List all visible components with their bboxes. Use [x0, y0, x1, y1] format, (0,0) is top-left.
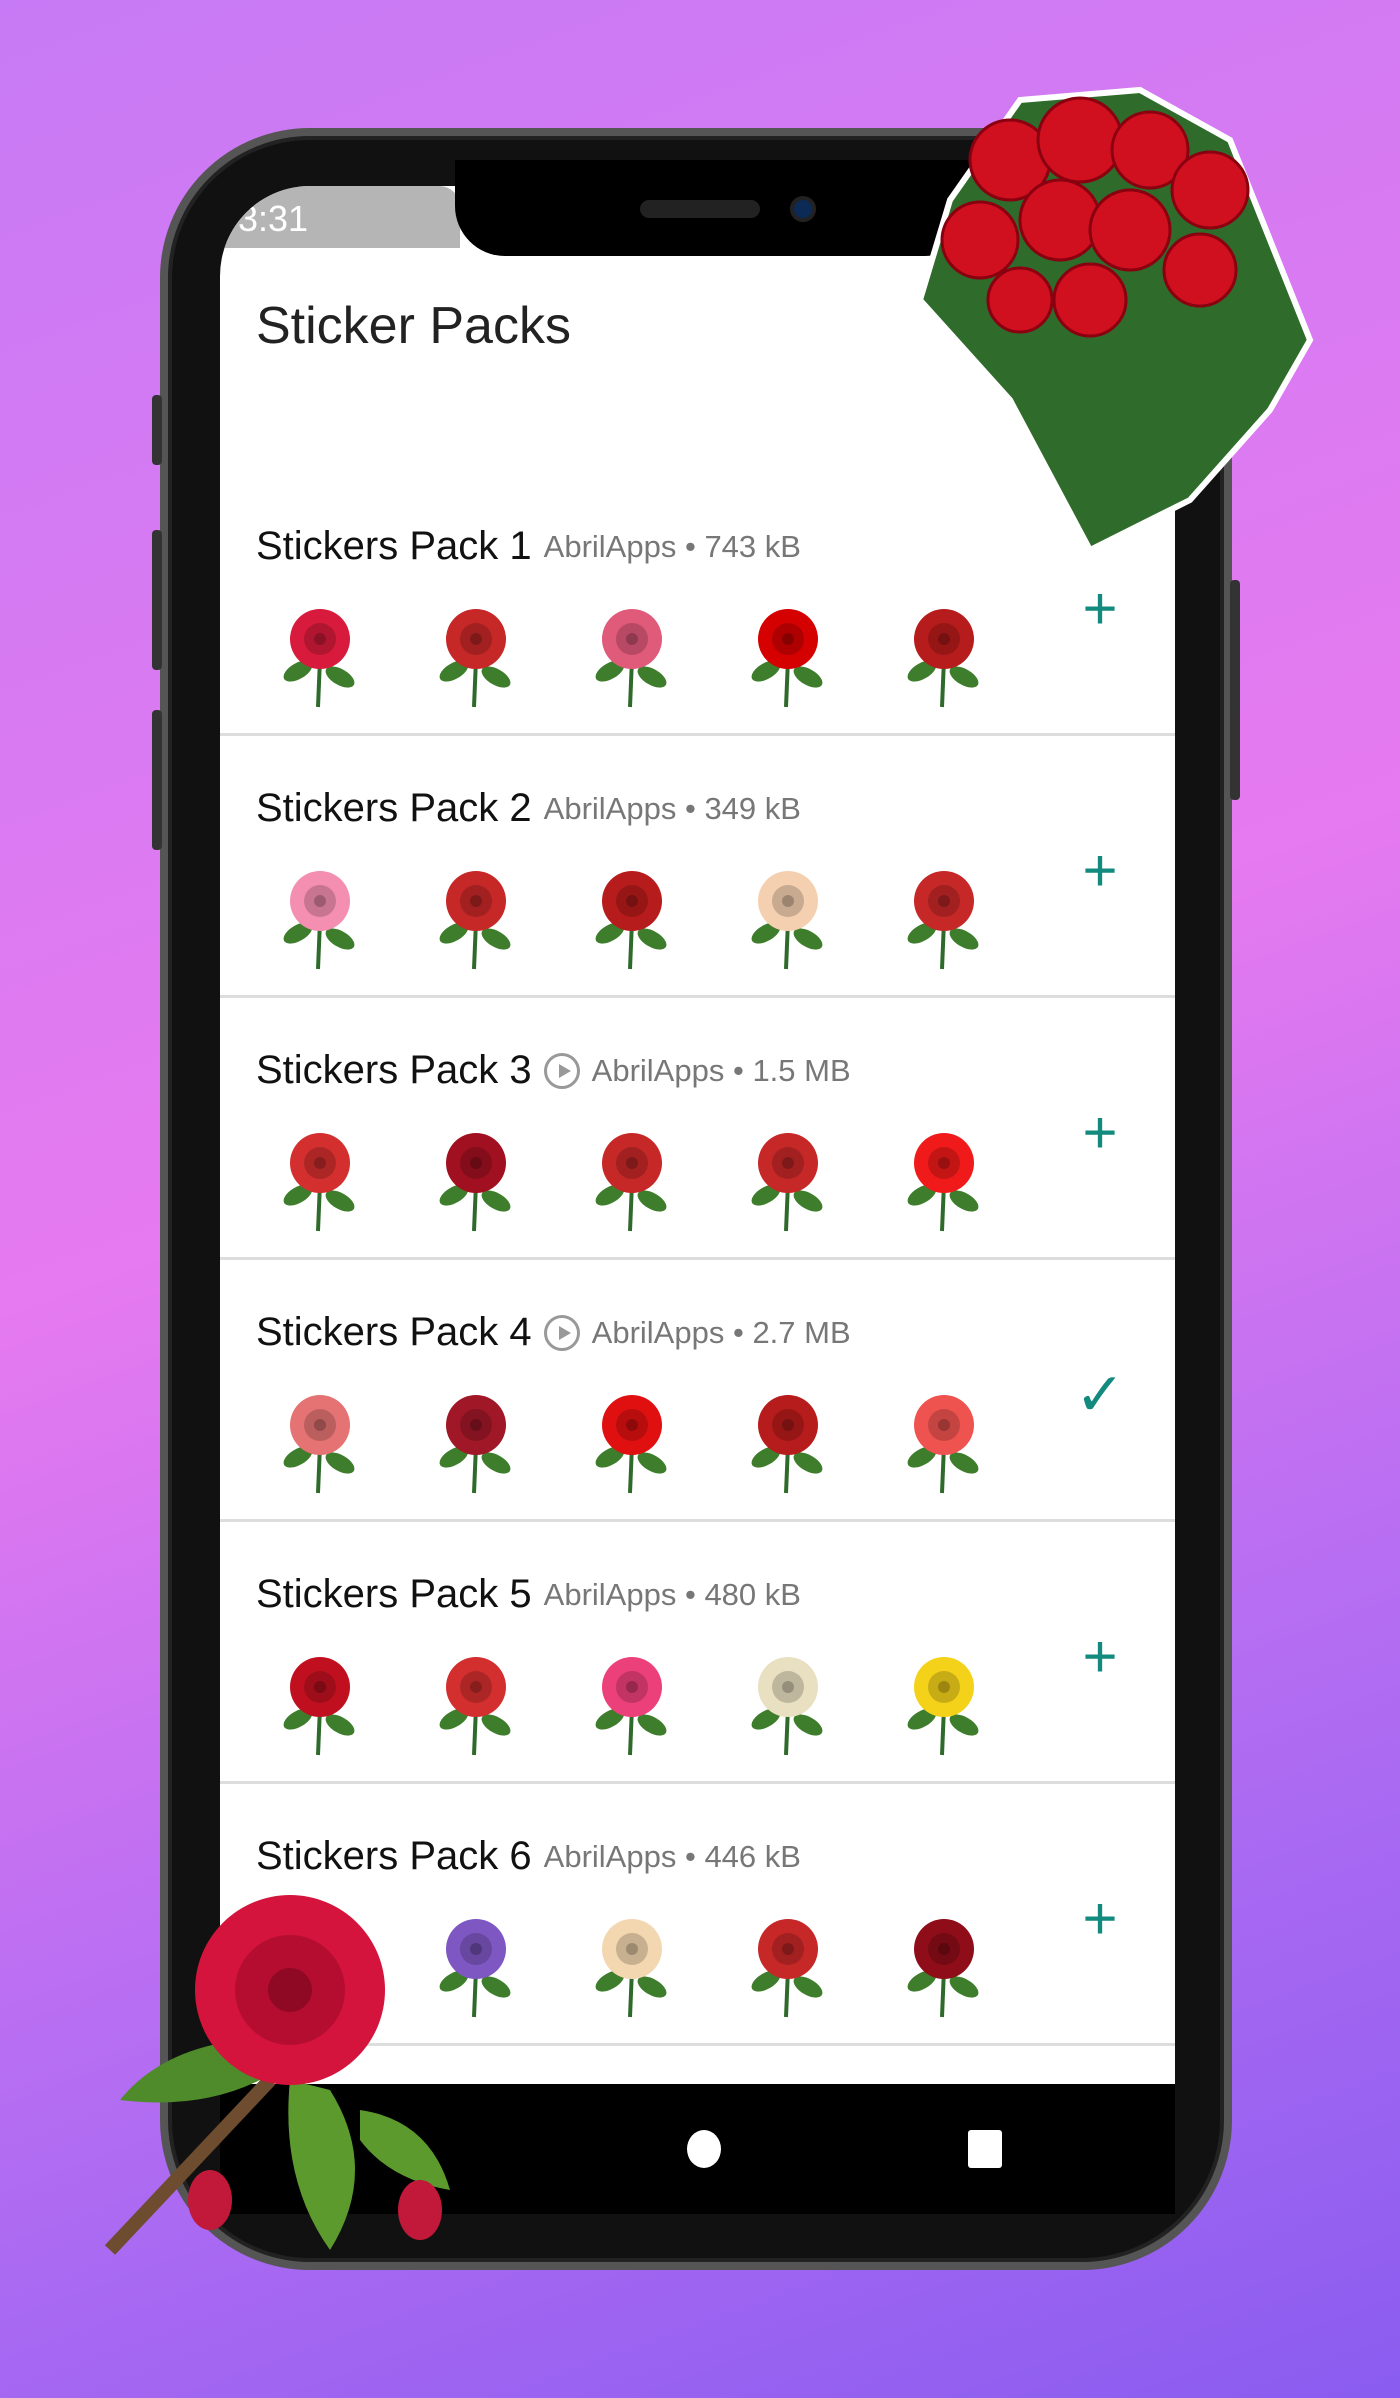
rose-sticker-thumbnail	[595, 1133, 667, 1232]
status-bar: 3:31	[220, 186, 460, 248]
rose-sticker-thumbnail	[751, 1657, 823, 1756]
pack-header: Stickers Pack 6 AbrilApps • 446 kB	[256, 1834, 801, 1879]
phone-speaker	[640, 200, 760, 218]
pack-publisher: AbrilApps	[543, 528, 677, 564]
rose-sticker-thumbnail	[751, 871, 823, 970]
sticker-preview-list	[270, 861, 994, 971]
rose-sticker-thumbnail	[283, 1133, 355, 1232]
rose-sticker-thumbnail	[907, 609, 979, 708]
sticker-pack-row[interactable]: Stickers Pack 5 AbrilApps • 480 kB +	[220, 1522, 1175, 1784]
phone-side-button	[1230, 580, 1240, 800]
pack-header: Stickers Pack 3 AbrilApps • 1.5 MB	[256, 1048, 851, 1093]
pack-name: Stickers Pack 3	[256, 1048, 532, 1092]
rose-sticker-thumbnail	[595, 609, 667, 708]
pack-header: Stickers Pack 2 AbrilApps • 349 kB	[256, 786, 801, 831]
add-pack-button[interactable]: +	[1070, 574, 1130, 643]
add-pack-button[interactable]: +	[1070, 1622, 1130, 1691]
animated-play-icon	[543, 1052, 580, 1089]
pack-meta: AbrilApps • 2.7 MB	[591, 1314, 851, 1350]
rose-bouquet-decoration	[916, 86, 1314, 550]
rose-sticker-thumbnail	[907, 1133, 979, 1232]
rose-sticker-thumbnail	[283, 871, 355, 970]
pack-header: Stickers Pack 4 AbrilApps • 2.7 MB	[256, 1310, 851, 1355]
pack-meta: AbrilApps • 1.5 MB	[591, 1052, 851, 1088]
animated-play-icon	[543, 1314, 580, 1351]
phone-side-button	[152, 530, 162, 670]
pack-meta: AbrilApps • 743 kB	[543, 528, 801, 564]
pack-publisher: AbrilApps	[543, 1576, 677, 1612]
rose-sticker-thumbnail	[439, 1657, 511, 1756]
pack-name: Stickers Pack 5	[256, 1572, 532, 1616]
rose-sticker-thumbnail	[907, 1919, 979, 2018]
pack-meta: AbrilApps • 480 kB	[543, 1576, 801, 1612]
rose-sticker-thumbnail	[439, 871, 511, 970]
sticker-preview-list	[270, 599, 994, 709]
pack-size: 2.7 MB	[752, 1314, 851, 1350]
pack-publisher: AbrilApps	[591, 1052, 725, 1088]
pack-size: 480 kB	[704, 1576, 801, 1612]
rose-sticker-thumbnail	[595, 1919, 667, 2018]
rose-sticker-thumbnail	[751, 1133, 823, 1232]
rose-sticker-thumbnail	[595, 871, 667, 970]
pack-meta: AbrilApps • 446 kB	[543, 1838, 801, 1874]
rose-sticker-thumbnail	[595, 1657, 667, 1756]
status-time: 3:31	[238, 198, 309, 239]
recents-button[interactable]	[968, 2130, 1002, 2168]
add-pack-button[interactable]: +	[1070, 1884, 1130, 1953]
pack-header: Stickers Pack 1 AbrilApps • 743 kB	[256, 524, 801, 569]
sticker-pack-row[interactable]: Stickers Pack 2 AbrilApps • 349 kB +	[220, 736, 1175, 998]
page-title: Sticker Packs	[256, 297, 571, 355]
pack-size: 446 kB	[704, 1838, 801, 1874]
rose-sticker-thumbnail	[595, 1395, 667, 1494]
rose-sticker-thumbnail	[907, 1395, 979, 1494]
pack-meta: AbrilApps • 349 kB	[543, 790, 801, 826]
pack-name: Stickers Pack 4	[256, 1310, 532, 1354]
sticker-preview-list	[270, 1123, 994, 1233]
pack-name: Stickers Pack 1	[256, 524, 532, 568]
phone-side-button	[152, 395, 162, 465]
add-pack-button[interactable]: +	[1070, 836, 1130, 905]
pack-publisher: AbrilApps	[591, 1314, 725, 1350]
sticker-preview-list	[270, 1385, 994, 1495]
rose-sticker-thumbnail	[751, 1919, 823, 2018]
pack-header: Stickers Pack 5 AbrilApps • 480 kB	[256, 1572, 801, 1617]
rose-sticker-thumbnail	[439, 1395, 511, 1494]
single-rose-decoration	[104, 1895, 450, 2255]
sticker-preview-list	[270, 1647, 994, 1757]
phone-camera	[790, 196, 816, 222]
pack-publisher: AbrilApps	[543, 1838, 677, 1874]
rose-sticker-thumbnail	[283, 609, 355, 708]
pack-size: 1.5 MB	[752, 1052, 851, 1088]
add-pack-button[interactable]: +	[1070, 1098, 1130, 1167]
rose-sticker-thumbnail	[751, 609, 823, 708]
pack-name: Stickers Pack 2	[256, 786, 532, 830]
sticker-pack-row[interactable]: Stickers Pack 3 AbrilApps • 1.5 MB +	[220, 998, 1175, 1260]
pack-publisher: AbrilApps	[543, 790, 677, 826]
rose-sticker-thumbnail	[439, 1133, 511, 1232]
rose-sticker-thumbnail	[439, 609, 511, 708]
phone-side-button	[152, 710, 162, 850]
sticker-pack-row[interactable]: Stickers Pack 4 AbrilApps • 2.7 MB ✓	[220, 1260, 1175, 1522]
rose-sticker-thumbnail	[751, 1395, 823, 1494]
pack-size: 743 kB	[704, 528, 801, 564]
home-button[interactable]	[687, 2130, 721, 2168]
pack-size: 349 kB	[704, 790, 801, 826]
rose-sticker-thumbnail	[283, 1657, 355, 1756]
rose-sticker-thumbnail	[283, 1395, 355, 1494]
rose-sticker-thumbnail	[907, 871, 979, 970]
added-check-icon[interactable]: ✓	[1070, 1360, 1130, 1430]
rose-sticker-thumbnail	[907, 1657, 979, 1756]
pack-name: Stickers Pack 6	[256, 1834, 532, 1878]
